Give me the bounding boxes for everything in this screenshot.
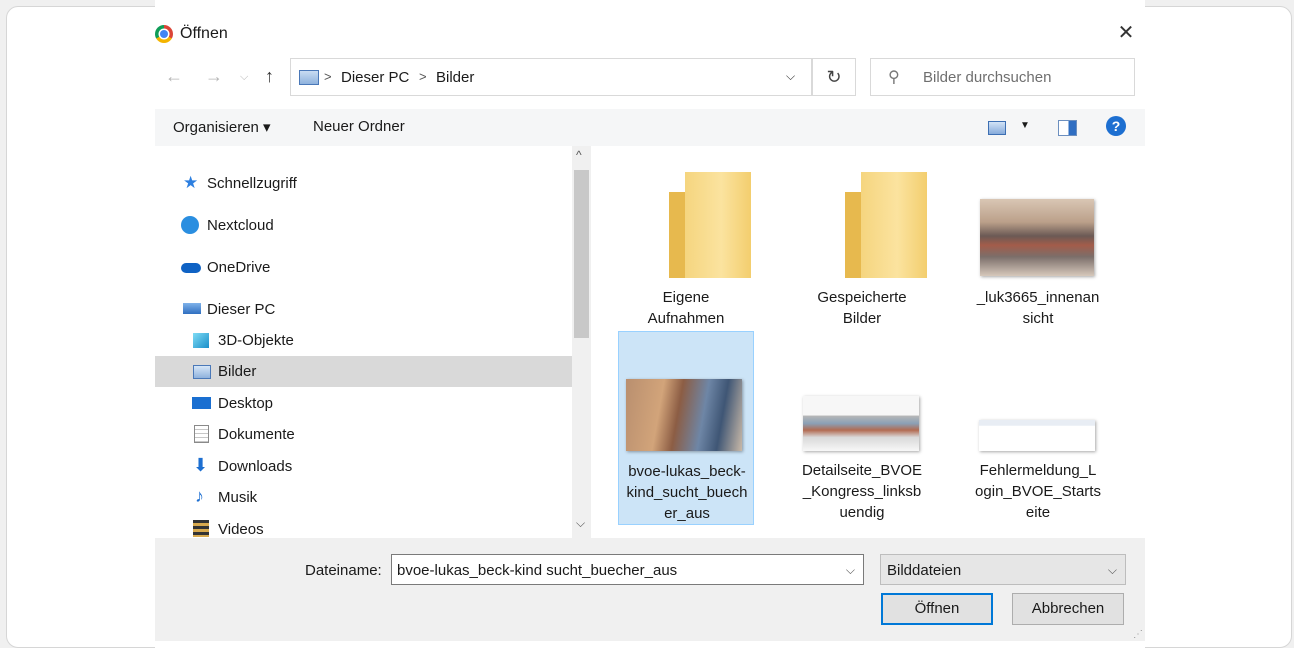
file-name: _luk3665_innenan sicht	[976, 289, 1100, 327]
sidebar-item-label: Downloads	[218, 458, 293, 475]
image-thumbnail	[803, 396, 919, 451]
refresh-icon[interactable]: ↻	[812, 58, 856, 96]
recent-dropdown-icon[interactable]: ⌵	[240, 71, 248, 84]
download-icon: ⬇	[193, 455, 209, 475]
sidebar-item-onedrive[interactable]: OneDrive	[155, 252, 572, 283]
navigation-pane: ★ Schnellzugriff Nextcloud OneDrive Dies…	[155, 146, 572, 538]
breadcrumb-dieser-pc[interactable]: Dieser PC	[341, 69, 409, 86]
folder-icon	[845, 172, 927, 278]
command-toolbar: Organisieren ▾ Neuer Ordner ▼ ?	[155, 109, 1145, 146]
address-bar[interactable]: > Dieser PC > Bilder ⌵	[290, 58, 812, 96]
sidebar-item-label: 3D-Objekte	[218, 332, 294, 349]
chevron-down-icon[interactable]: ⌵	[1108, 563, 1117, 578]
cloud-icon	[181, 263, 201, 273]
file-type-select[interactable]: Bilddateien ⌵	[880, 554, 1126, 585]
file-tile[interactable]: Gespeicherte Bilder	[794, 146, 930, 340]
music-icon: ♪	[195, 486, 204, 506]
chevron-up-icon[interactable]: ^	[576, 148, 582, 162]
search-box[interactable]: ⚲ Bilder durchsuchen	[870, 58, 1135, 96]
document-icon	[194, 425, 209, 443]
sidebar-item-label: Schnellzugriff	[207, 175, 297, 192]
sidebar-item-3d-objekte[interactable]: 3D-Objekte	[155, 325, 572, 356]
sidebar-item-label: Dieser PC	[207, 301, 276, 318]
sidebar-item-bilder[interactable]: Bilder	[155, 356, 572, 387]
file-tile[interactable]: Detailseite_BVOE _Kongress_linksb uendig	[794, 331, 930, 525]
organize-button[interactable]: Organisieren ▾	[173, 118, 271, 136]
sidebar-item-dieser-pc[interactable]: Dieser PC	[155, 294, 572, 325]
sidebar-item-label: Desktop	[218, 395, 274, 412]
new-folder-button[interactable]: Neuer Ordner	[313, 118, 405, 135]
back-arrow-icon[interactable]: ←	[165, 66, 183, 87]
sidebar-item-label: Videos	[218, 521, 264, 538]
sidebar-item-label: Nextcloud	[207, 217, 274, 234]
pictures-icon	[193, 365, 211, 379]
navigation-scrollbar[interactable]: ^ ⌵	[572, 146, 591, 538]
file-name: bvoe-lukas_beck-kind_sucht_buech er_aus	[626, 463, 748, 522]
file-type-value: Bilddateien	[887, 562, 962, 579]
chevron-down-icon[interactable]: ⌵	[576, 516, 585, 531]
sidebar-item-nextcloud[interactable]: Nextcloud	[155, 210, 572, 241]
navigation-bar: ← → ⌵ ↑ > Dieser PC > Bilder ⌵ ↻ ⚲ Bilde…	[155, 58, 1145, 98]
sidebar-item-dokumente[interactable]: Dokumente	[155, 419, 572, 450]
sidebar-item-label: Musik	[218, 489, 258, 506]
pictures-icon	[299, 70, 319, 85]
sidebar-item-label: Bilder	[218, 363, 257, 380]
sidebar-item-schnellzugriff[interactable]: ★ Schnellzugriff	[155, 168, 572, 199]
file-list: Eigene Aufnahmen Gespeicherte Bilder _luk3…	[591, 146, 1145, 538]
dialog-footer: Dateiname: bvoe-lukas_beck-kind sucht_bu…	[155, 538, 1145, 641]
filename-value: bvoe-lukas_beck-kind sucht_buecher_aus	[397, 562, 678, 579]
sidebar-item-label: Dokumente	[218, 426, 295, 443]
image-thumbnail	[626, 379, 742, 451]
video-icon	[193, 520, 209, 537]
title-bar: Öffnen ✕	[155, 18, 1145, 52]
chrome-icon	[155, 25, 173, 43]
cube-icon	[193, 333, 209, 348]
file-name: Gespeicherte Bilder	[817, 289, 907, 327]
file-name: Eigene Aufnahmen	[647, 289, 725, 327]
filename-label: Dateiname:	[305, 562, 382, 579]
nextcloud-icon	[181, 216, 199, 234]
scrollbar-thumb[interactable]	[574, 170, 589, 338]
folder-icon	[669, 172, 751, 278]
sidebar-item-label: OneDrive	[207, 259, 271, 276]
chevron-down-icon[interactable]: ⌵	[846, 563, 855, 578]
sidebar-item-musik[interactable]: ♪ Musik	[155, 482, 572, 513]
image-thumbnail	[980, 199, 1094, 276]
chevron-down-icon[interactable]: ⌵	[786, 69, 795, 84]
sidebar-item-downloads[interactable]: ⬇ Downloads	[155, 451, 572, 482]
file-name: Detailseite_BVOE _Kongress_linksb uendig	[801, 462, 923, 521]
search-placeholder: Bilder durchsuchen	[923, 69, 1052, 86]
dialog-title: Öffnen	[180, 25, 228, 42]
desktop-icon	[192, 397, 211, 409]
file-name: Fehlermeldung_L ogin_BVOE_Starts eite	[975, 462, 1101, 521]
chevron-right-icon[interactable]: >	[324, 69, 332, 84]
file-tile[interactable]: Eigene Aufnahmen	[618, 146, 754, 340]
open-dialog: Öffnen ✕ ← → ⌵ ↑ > Dieser PC > Bilder ⌵ …	[155, 0, 1145, 648]
open-button[interactable]: Öffnen	[881, 593, 993, 625]
forward-arrow-icon[interactable]: →	[205, 66, 223, 87]
sidebar-item-desktop[interactable]: Desktop	[155, 388, 572, 419]
file-tile[interactable]: bvoe-lukas_beck-kind_sucht_buech er_aus	[618, 331, 754, 525]
preview-pane-icon[interactable]	[1058, 120, 1077, 136]
file-tile[interactable]: Fehlermeldung_L ogin_BVOE_Starts eite	[970, 331, 1106, 525]
breadcrumb-bilder[interactable]: Bilder	[436, 69, 474, 86]
cancel-button[interactable]: Abbrechen	[1012, 593, 1124, 625]
star-icon: ★	[183, 173, 199, 192]
image-thumbnail	[979, 420, 1095, 451]
up-arrow-icon[interactable]: ↑	[265, 66, 274, 87]
computer-icon	[183, 303, 201, 314]
resize-grip-icon[interactable]: ⋰	[1133, 629, 1143, 640]
close-icon[interactable]: ✕	[1115, 22, 1137, 44]
filename-input[interactable]: bvoe-lukas_beck-kind sucht_buecher_aus ⌵	[391, 554, 864, 585]
view-dropdown-icon[interactable]: ▼	[1020, 120, 1030, 131]
help-icon[interactable]: ?	[1106, 116, 1126, 136]
search-icon: ⚲	[888, 69, 900, 86]
file-tile[interactable]: _luk3665_innenan sicht	[970, 146, 1106, 340]
sidebar-item-videos[interactable]: Videos	[155, 514, 572, 538]
view-options-icon[interactable]	[988, 121, 1006, 135]
chevron-right-icon[interactable]: >	[419, 69, 427, 84]
